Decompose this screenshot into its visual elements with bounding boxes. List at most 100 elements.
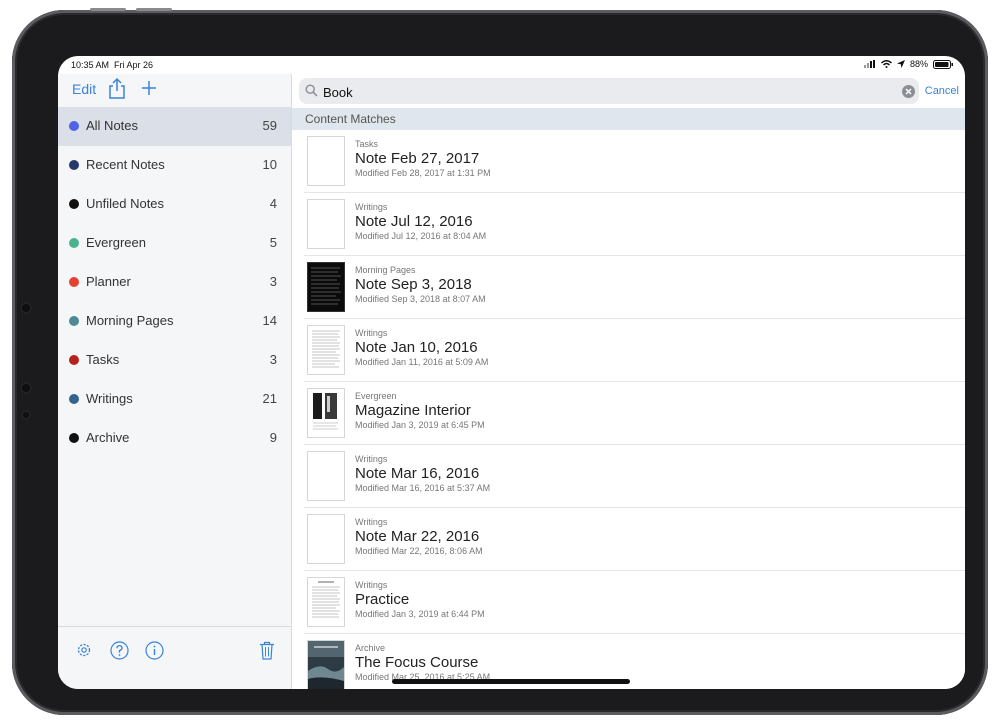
section-header-label: Content Matches <box>305 112 396 126</box>
sidebar-item-evergreen[interactable]: Evergreen 5 <box>58 224 291 263</box>
list-item[interactable]: Writings Note Mar 22, 2016 Modified Mar … <box>304 508 965 571</box>
sidebar-item-all-notes[interactable]: All Notes 59 <box>58 107 291 146</box>
note-category: Archive <box>355 643 386 653</box>
sidebar-item-label: Morning Pages <box>86 313 174 328</box>
signal-icon <box>863 60 875 68</box>
sidebar-item-recent-notes[interactable]: Recent Notes 10 <box>58 146 291 185</box>
note-thumbnail <box>307 325 345 375</box>
note-title: Note Sep 3, 2018 <box>355 276 472 293</box>
note-title: Note Jul 12, 2016 <box>355 213 473 230</box>
sidebar: Edit All Notes 59 Recent Notes 10 Unfile… <box>58 74 292 689</box>
notebook-color-dot <box>69 433 79 443</box>
list-item[interactable]: Writings Note Jan 10, 2016 Modified Jan … <box>304 319 965 382</box>
gear-icon[interactable] <box>75 641 93 659</box>
search-results-pane: Cancel Content Matches Tasks Note Feb 27… <box>292 74 965 689</box>
results-list: Tasks Note Feb 27, 2017 Modified Feb 28,… <box>292 130 965 689</box>
notebook-color-dot <box>69 277 79 287</box>
sidebar-item-label: Unfiled Notes <box>86 196 165 211</box>
cancel-button[interactable]: Cancel <box>925 85 959 97</box>
note-modified: Modified Sep 3, 2018 at 8:07 AM <box>355 294 486 304</box>
section-header: Content Matches <box>292 108 965 130</box>
note-modified: Modified Jan 11, 2016 at 5:09 AM <box>355 357 489 367</box>
note-modified: Modified Mar 16, 2016 at 5:37 AM <box>355 483 491 493</box>
note-thumbnail <box>307 262 345 312</box>
sidebar-item-count: 3 <box>269 274 277 289</box>
sidebar-item-count: 3 <box>269 352 277 367</box>
edit-button[interactable]: Edit <box>72 81 96 97</box>
note-category: Writings <box>355 202 388 212</box>
note-modified: Modified Jan 3, 2019 at 6:45 PM <box>355 420 485 430</box>
home-indicator[interactable] <box>392 679 630 684</box>
status-bar: 10:35 AM Fri Apr 26 88% <box>58 56 965 74</box>
sidebar-item-writings[interactable]: Writings 21 <box>58 380 291 419</box>
note-title: Practice <box>355 591 410 608</box>
sidebar-item-label: Evergreen <box>86 235 146 250</box>
ipad-frame: 10:35 AM Fri Apr 26 88% Edit All Notes 5… <box>12 8 988 715</box>
status-right: 88% <box>863 59 953 69</box>
sidebar-item-count: 5 <box>269 235 277 250</box>
note-title: Note Feb 27, 2017 <box>355 150 480 167</box>
list-item[interactable]: Writings Note Mar 16, 2016 Modified Mar … <box>304 445 965 508</box>
sidebar-item-count: 14 <box>262 313 277 328</box>
note-thumbnail <box>307 136 345 186</box>
clear-search-icon[interactable] <box>902 85 915 98</box>
note-title: Note Mar 16, 2016 <box>355 465 480 482</box>
note-modified: Modified Jul 12, 2016 at 8:04 AM <box>355 231 487 241</box>
sidebar-item-planner[interactable]: Planner 3 <box>58 263 291 302</box>
screen: 10:35 AM Fri Apr 26 88% Edit All Notes 5… <box>58 56 965 689</box>
note-title: Note Mar 22, 2016 <box>355 528 480 545</box>
notebook-color-dot <box>69 199 79 209</box>
info-icon[interactable] <box>145 641 164 660</box>
note-modified: Modified Feb 28, 2017 at 1:31 PM <box>355 168 491 178</box>
sidebar-item-count: 9 <box>269 430 277 445</box>
list-item[interactable]: Tasks Note Feb 27, 2017 Modified Feb 28,… <box>304 130 965 193</box>
sidebar-footer <box>58 626 291 689</box>
trash-icon[interactable] <box>259 641 275 660</box>
list-item[interactable]: Morning Pages Note Sep 3, 2018 Modified … <box>304 256 965 319</box>
note-modified: Modified Mar 22, 2016, 8:06 AM <box>355 546 483 556</box>
camera-dot <box>20 382 32 394</box>
share-icon[interactable] <box>107 77 127 101</box>
help-icon[interactable] <box>110 641 129 660</box>
list-item[interactable]: Writings Note Jul 12, 2016 Modified Jul … <box>304 193 965 256</box>
cover-photo-icon <box>308 641 344 689</box>
handwriting-scan-icon <box>311 267 341 305</box>
location-icon <box>896 60 905 68</box>
sidebar-item-tasks[interactable]: Tasks 3 <box>58 341 291 380</box>
note-title: The Focus Course <box>355 654 479 671</box>
sidebar-item-label: Tasks <box>86 352 120 367</box>
note-category: Writings <box>355 517 388 527</box>
sidebar-item-label: Planner <box>86 274 131 289</box>
note-category: Writings <box>355 580 388 590</box>
sidebar-item-count: 4 <box>269 196 277 211</box>
notebook-list: All Notes 59 Recent Notes 10 Unfiled Not… <box>58 107 291 458</box>
note-category: Tasks <box>355 139 379 149</box>
note-thumbnail <box>307 388 345 438</box>
sidebar-item-label: Recent Notes <box>86 157 165 172</box>
list-item[interactable]: Evergreen Magazine Interior Modified Jan… <box>304 382 965 445</box>
search-input[interactable] <box>321 81 895 103</box>
sidebar-item-label: Archive <box>86 430 130 445</box>
top-button <box>136 8 172 11</box>
notebook-color-dot <box>69 316 79 326</box>
status-time: 10:35 AM Fri Apr 26 <box>71 60 154 70</box>
note-thumbnail <box>307 577 345 627</box>
battery-icon <box>933 59 953 69</box>
notebook-color-dot <box>69 394 79 404</box>
sidebar-item-morning-pages[interactable]: Morning Pages 14 <box>58 302 291 341</box>
notebook-color-dot <box>69 160 79 170</box>
text-page-icon <box>312 330 340 368</box>
sidebar-item-archive[interactable]: Archive 9 <box>58 419 291 458</box>
sidebar-item-label: All Notes <box>86 118 139 133</box>
battery-percent: 88% <box>909 59 928 69</box>
sidebar-item-unfiled-notes[interactable]: Unfiled Notes 4 <box>58 185 291 224</box>
top-button <box>90 8 126 11</box>
note-thumbnail <box>307 199 345 249</box>
note-title: Note Jan 10, 2016 <box>355 339 478 356</box>
sidebar-item-count: 10 <box>262 157 277 172</box>
magazine-layout-icon <box>313 393 338 430</box>
list-item[interactable]: Writings Practice Modified Jan 3, 2019 a… <box>304 571 965 634</box>
add-note-icon[interactable] <box>138 77 160 99</box>
notebook-color-dot <box>69 355 79 365</box>
note-category: Morning Pages <box>355 265 416 275</box>
